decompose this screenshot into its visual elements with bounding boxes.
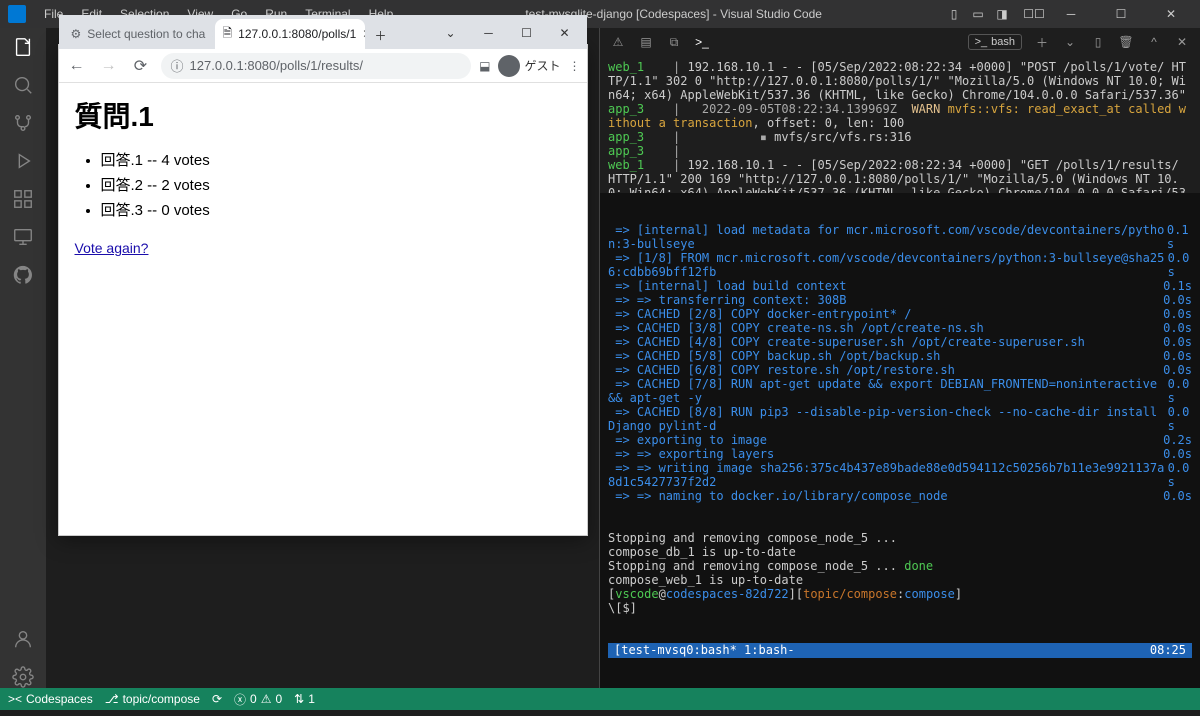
tab-label: 127.0.0.1:8080/polls/1 [238, 27, 356, 41]
tmux-statusline: [test-mvsq0:bash* 1:bash- 08:25 [608, 643, 1192, 658]
new-terminal-button[interactable]: ＋ [1034, 34, 1050, 50]
remote-label: Codespaces [26, 692, 93, 706]
panel: ⚠ ▤ ⧉ >_ >_ bash ＋ ⌄ ▯ 🗑 ^ ✕ web_1 | 192… [599, 28, 1200, 688]
url-text: 127.0.0.1:8080/polls/1/results/ [190, 58, 363, 73]
run-debug-icon[interactable] [12, 150, 34, 172]
window-minimize-button[interactable]: ─ [1050, 2, 1092, 26]
editor-content-area: ⚙Select question to cha✕🗎127.0.0.1:8080/… [46, 28, 599, 688]
browser-dropdown-button[interactable]: ⌄ [433, 21, 469, 45]
list-item: 回答.1 -- 4 votes [101, 149, 571, 170]
titlebar-right: ▯ ▭ ◨ ☐☐ ─ ☐ ✕ [946, 2, 1192, 26]
browser-addressbar: ← → ⟳ ⓘ 127.0.0.1:8080/polls/1/results/ … [59, 49, 587, 83]
source-control-icon[interactable] [12, 112, 34, 134]
new-tab-button[interactable]: ＋ [367, 21, 395, 49]
terminal-selector[interactable]: >_ bash [968, 34, 1022, 50]
layout-panel-left-icon[interactable]: ▯ [946, 6, 962, 22]
site-info-icon[interactable]: ⓘ [171, 56, 184, 75]
layout-panel-right-icon[interactable]: ◨ [994, 6, 1010, 22]
browser-tabbar: ⚙ Select question to cha ✕ 🗎 127.0.0.1:8080/… [59, 15, 587, 49]
terminal-shell-label: bash [991, 36, 1015, 48]
web-page-content: 質問.1 回答.1 -- 4 votes 回答.2 -- 2 votes 回答.3 … [59, 83, 587, 535]
browser-close-button[interactable]: ✕ [547, 21, 583, 45]
github-icon[interactable] [12, 264, 34, 286]
terminal-output-top[interactable]: web_1 | 192.168.10.1 - - [05/Sep/2022:08… [600, 56, 1200, 193]
results-list: 回答.1 -- 4 votes 回答.2 -- 2 votes 回答.3 -- 0 … [101, 149, 571, 220]
antenna-icon: ⇅ [294, 692, 304, 706]
terminal-bash-icon: >_ [975, 36, 988, 48]
window-close-button[interactable]: ✕ [1150, 2, 1192, 26]
browser-tab[interactable]: 🗎 127.0.0.1:8080/polls/1 ✕ [215, 19, 365, 49]
browser-tab[interactable]: ⚙ Select question to cha ✕ [63, 19, 213, 49]
install-pwa-icon[interactable]: ⬓ [479, 59, 490, 73]
avatar-icon [498, 55, 520, 77]
browser-maximize-button[interactable]: ☐ [509, 21, 545, 45]
tab-label: Select question to cha [87, 27, 205, 41]
statusbar: >< Codespaces ⎇ topic/compose ⟳ ⓧ0 ⚠0 ⇅1 [0, 688, 1200, 710]
search-icon[interactable] [12, 74, 34, 96]
remote-icon: >< [8, 692, 22, 706]
vote-again-link[interactable]: Vote again? [75, 240, 149, 256]
branch-icon: ⎇ [105, 692, 119, 706]
output-icon[interactable]: ▤ [638, 34, 654, 50]
layout-panel-bottom-icon[interactable]: ▭ [970, 6, 986, 22]
terminal-output-bottom[interactable]: => [internal] load metadata for mcr.micr… [600, 193, 1200, 688]
browser-menu-button[interactable]: ⋮ [569, 59, 581, 73]
list-item: 回答.3 -- 0 votes [101, 199, 571, 220]
list-item: 回答.2 -- 2 votes [101, 174, 571, 195]
branch-label: topic/compose [123, 692, 200, 706]
branch-indicator[interactable]: ⎇ topic/compose [105, 692, 200, 706]
kill-terminal-button[interactable]: 🗑 [1118, 34, 1134, 50]
forward-button[interactable]: → [97, 54, 121, 78]
activity-bar [0, 28, 46, 688]
problems-indicator[interactable]: ⓧ0 ⚠0 [234, 691, 282, 708]
layout-customize-icon[interactable]: ☐☐ [1026, 6, 1042, 22]
browser-window: ⚙Select question to cha✕🗎127.0.0.1:8080/… [58, 44, 588, 536]
vscode-logo-icon [8, 5, 26, 23]
settings-gear-icon[interactable] [12, 666, 34, 688]
ports-indicator[interactable]: ⇅1 [294, 692, 315, 706]
panel-maximize-button[interactable]: ^ [1146, 34, 1162, 50]
tab-close-button[interactable]: ✕ [211, 27, 212, 41]
sync-icon: ⟳ [212, 692, 222, 706]
accounts-icon[interactable] [12, 628, 34, 650]
reload-button[interactable]: ⟳ [129, 54, 153, 78]
explorer-icon[interactable] [12, 36, 34, 58]
remote-explorer-icon[interactable] [12, 226, 34, 248]
tab-favicon-icon: 🗎 [223, 24, 233, 45]
panel-close-button[interactable]: ✕ [1174, 34, 1190, 50]
problems-warning-icon[interactable]: ⚠ [610, 34, 626, 50]
guest-profile[interactable]: ゲスト [498, 55, 560, 77]
warning-icon: ⚠ [261, 692, 272, 706]
terminal-icon[interactable]: >_ [694, 34, 710, 50]
tab-close-button[interactable]: ✕ [362, 27, 364, 41]
tmux-status-left: [test-mvsq0:bash* 1:bash- [614, 643, 795, 658]
remote-indicator[interactable]: >< Codespaces [8, 692, 93, 706]
sync-indicator[interactable]: ⟳ [212, 692, 222, 706]
tmux-status-right: 08:25 [1150, 643, 1186, 658]
extensions-icon[interactable] [12, 188, 34, 210]
error-icon: ⓧ [234, 691, 246, 708]
panel-header: ⚠ ▤ ⧉ >_ >_ bash ＋ ⌄ ▯ 🗑 ^ ✕ [600, 28, 1200, 56]
debug-console-icon[interactable]: ⧉ [666, 34, 682, 50]
url-input[interactable]: ⓘ 127.0.0.1:8080/polls/1/results/ [161, 53, 472, 79]
split-terminal-button[interactable]: ▯ [1090, 34, 1106, 50]
guest-label: ゲスト [524, 57, 560, 74]
window-maximize-button[interactable]: ☐ [1100, 2, 1142, 26]
page-heading: 質問.1 [75, 95, 571, 135]
new-terminal-dropdown[interactable]: ⌄ [1062, 34, 1078, 50]
tab-favicon-icon: ⚙ [71, 27, 82, 41]
browser-minimize-button[interactable]: ─ [471, 21, 507, 45]
back-button[interactable]: ← [65, 54, 89, 78]
